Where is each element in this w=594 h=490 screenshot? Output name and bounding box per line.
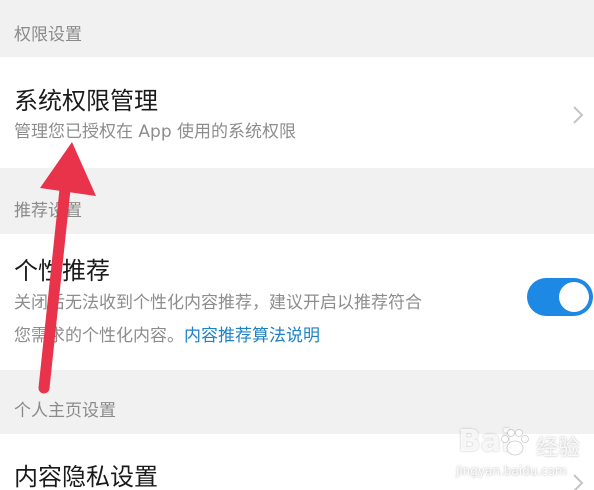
chevron-right-icon <box>573 106 584 124</box>
system-permission-item[interactable]: 系统权限管理 管理您已授权在 App 使用的系统权限 <box>0 57 594 168</box>
personalized-recommendation-toggle[interactable] <box>527 278 593 316</box>
personalized-recommendation-description-line1: 关闭后无法收到个性化内容推荐，建议开启以推荐符合 <box>14 293 422 313</box>
personalized-recommendation-description-line2: 您需求的个性化内容。内容推荐算法说明 <box>14 322 320 350</box>
section-header-profile: 个人主页设置 <box>14 401 116 421</box>
section-header-recommendation: 推荐设置 <box>14 201 82 221</box>
baidu-jingyan-watermark: Bai 经验 jingyan.baidu.com <box>452 424 590 486</box>
watermark-experience-text: 经验 <box>536 436 581 461</box>
personalized-recommendation-item: 个性推荐 关闭后无法收到个性化内容推荐，建议开启以推荐符合 您需求的个性化内容。… <box>0 234 594 370</box>
settings-page: 权限设置 系统权限管理 管理您已授权在 App 使用的系统权限 推荐设置 个性推… <box>0 0 594 490</box>
personalized-recommendation-title: 个性推荐 <box>14 257 110 285</box>
system-permission-title: 系统权限管理 <box>14 87 158 115</box>
toggle-knob <box>559 282 589 312</box>
description-line2-text: 您需求的个性化内容。 <box>14 326 184 346</box>
paw-icon <box>501 429 529 456</box>
content-privacy-title: 内容隐私设置 <box>14 463 158 490</box>
section-header-permissions: 权限设置 <box>14 25 82 45</box>
algorithm-explanation-link[interactable]: 内容推荐算法说明 <box>184 326 320 346</box>
watermark-url: jingyan.baidu.com <box>456 464 567 478</box>
system-permission-description: 管理您已授权在 App 使用的系统权限 <box>14 122 297 142</box>
